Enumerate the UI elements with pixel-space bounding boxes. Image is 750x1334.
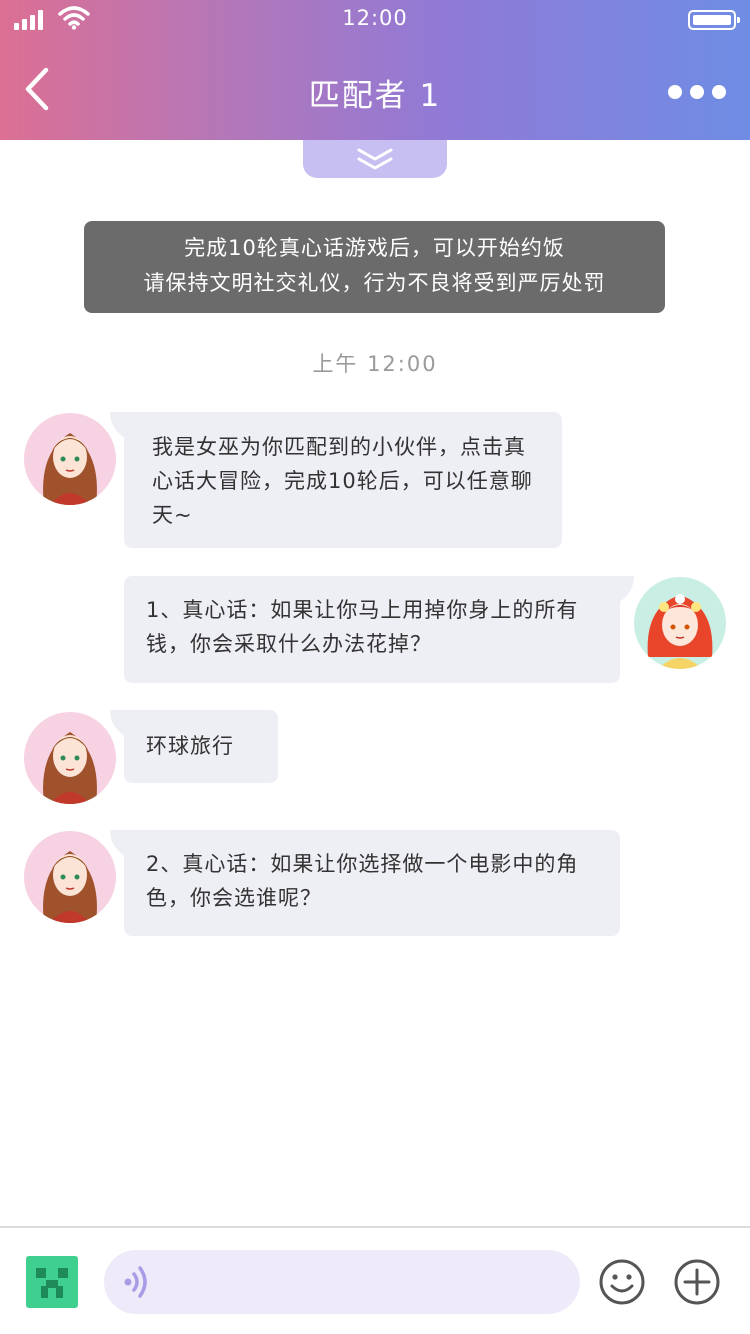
message-text: 我是女巫为你匹配到的小伙伴，点击真心话大冒险，完成10轮后，可以任意聊天~ [152,435,533,527]
message-text: 1、真心话：如果让你马上用掉你身上的所有钱，你会采取什么办法花掉？ [146,598,579,656]
page-title: 匹配者 1 [308,78,442,114]
message-timestamp: 上午 12:00 [312,352,438,376]
message-bubble-received[interactable]: 我是女巫为你匹配到的小伙伴，点击真心话大冒险，完成10轮后，可以任意聊天~ [110,412,562,548]
chat-input-bar [0,1226,750,1334]
witch-portrait-icon [43,433,97,505]
message-text: 环球旅行 [146,734,234,758]
avatar-self[interactable] [634,577,726,669]
avatar-witch[interactable] [24,831,116,923]
notice-line-1: 完成10轮真心话游戏后，可以开始约饭 [184,236,565,260]
status-bar: 12:00 [0,0,750,40]
expand-panel-tab[interactable] [303,140,447,178]
message-bubble-received[interactable]: 2、真心话：如果让你选择做一个电影中的角色，你会选谁呢？ [110,830,620,936]
more-dots-icon[interactable] [668,82,728,102]
double-chevron-down-icon [357,148,393,170]
message-text: 2、真心话：如果让你选择做一个电影中的角色，你会选谁呢？ [146,852,579,910]
status-time: 12:00 [342,6,408,30]
nav-bar: 匹配者 1 [0,40,750,140]
avatar-witch[interactable] [24,712,116,804]
message-input[interactable] [164,1250,564,1314]
witch-portrait-icon [43,851,97,923]
girl-portrait-icon [647,594,713,669]
battery-icon [688,10,740,30]
notice-line-2: 请保持文明社交礼仪，行为不良将受到严厉处罚 [143,271,606,295]
avatar-witch[interactable] [24,413,116,505]
emoji-icon[interactable] [598,1258,646,1306]
plus-circle-icon[interactable] [673,1258,721,1306]
message-input-field[interactable] [104,1250,580,1314]
header-bar: 12:00 匹配者 1 [0,0,750,140]
creeper-face-icon [36,1268,68,1298]
game-app-icon[interactable] [26,1256,78,1308]
witch-portrait-icon [43,732,97,804]
system-notice: 完成10轮真心话游戏后，可以开始约饭 请保持文明社交礼仪，行为不良将受到严厉处罚 [84,221,665,313]
message-bubble-received[interactable]: 环球旅行 [110,710,278,783]
message-bubble-sent[interactable]: 1、真心话：如果让你马上用掉你身上的所有钱，你会采取什么办法花掉？ [124,576,634,683]
voice-icon[interactable] [120,1264,156,1300]
